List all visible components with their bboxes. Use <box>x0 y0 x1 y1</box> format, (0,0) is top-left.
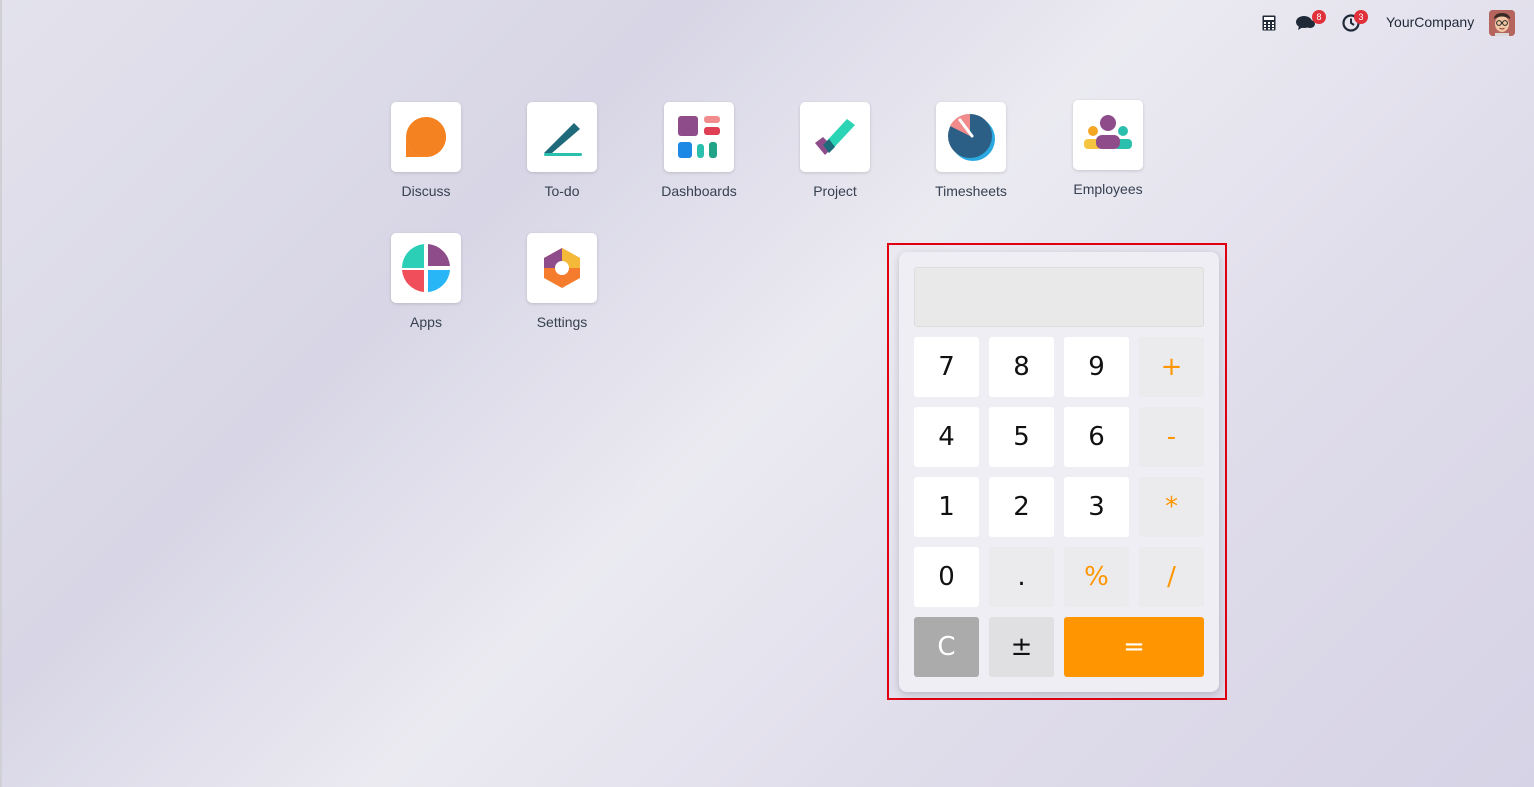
avatar-face-icon <box>1489 10 1515 36</box>
app-dashboards[interactable]: Dashboards <box>639 102 759 199</box>
key-4[interactable]: 4 <box>914 407 979 467</box>
app-tile <box>1073 100 1143 170</box>
app-timesheets[interactable]: Timesheets <box>911 102 1031 199</box>
key-5[interactable]: 5 <box>989 407 1054 467</box>
key-6[interactable]: 6 <box>1064 407 1129 467</box>
app-tile <box>664 102 734 172</box>
settings-icon <box>544 248 580 288</box>
app-tile <box>527 102 597 172</box>
dashboards-icon <box>678 116 720 158</box>
key-0[interactable]: 0 <box>914 547 979 607</box>
calculator-button[interactable] <box>1262 0 1276 46</box>
key-equals[interactable]: = <box>1064 617 1204 677</box>
messages-button[interactable]: 8 <box>1296 0 1326 46</box>
key-minus[interactable]: - <box>1139 407 1204 467</box>
app-todo[interactable]: To-do <box>502 102 622 199</box>
key-divide[interactable]: / <box>1139 547 1204 607</box>
project-icon <box>815 119 855 155</box>
key-plus-minus[interactable]: ± <box>989 617 1054 677</box>
key-multiply[interactable]: * <box>1139 477 1204 537</box>
todo-icon <box>544 123 582 156</box>
apps-icon <box>402 244 450 292</box>
window-edge <box>0 0 2 787</box>
key-plus[interactable]: + <box>1139 337 1204 397</box>
app-tile <box>800 102 870 172</box>
app-settings[interactable]: Settings <box>502 233 622 330</box>
app-label: Discuss <box>401 183 451 199</box>
calculator-widget: 7 8 9 + 4 5 6 - 1 2 3 * 0 . % / C ± = <box>899 252 1219 692</box>
app-label: Timesheets <box>935 183 1007 199</box>
app-tile <box>391 102 461 172</box>
key-decimal[interactable]: . <box>989 547 1054 607</box>
key-percent[interactable]: % <box>1064 547 1129 607</box>
employees-icon <box>1084 115 1132 149</box>
app-tile <box>527 233 597 303</box>
app-label: Apps <box>410 314 442 330</box>
app-apps[interactable]: Apps <box>366 233 486 330</box>
app-label: Project <box>813 183 857 199</box>
company-switcher[interactable]: YourCompany <box>1386 14 1474 30</box>
key-clear[interactable]: C <box>914 617 979 677</box>
app-tile <box>936 102 1006 172</box>
app-label: Employees <box>1073 181 1143 197</box>
activities-button[interactable]: 3 <box>1342 0 1368 46</box>
key-8[interactable]: 8 <box>989 337 1054 397</box>
discuss-icon <box>406 117 446 157</box>
key-3[interactable]: 3 <box>1064 477 1129 537</box>
key-9[interactable]: 9 <box>1064 337 1129 397</box>
app-discuss[interactable]: Discuss <box>366 102 486 199</box>
app-label: To-do <box>544 183 580 199</box>
calculator-icon <box>1262 15 1276 31</box>
timesheets-icon <box>948 113 995 161</box>
app-employees[interactable]: Employees <box>1048 100 1168 197</box>
app-tile <box>391 233 461 303</box>
key-2[interactable]: 2 <box>989 477 1054 537</box>
key-1[interactable]: 1 <box>914 477 979 537</box>
messages-count-badge: 8 <box>1312 10 1326 24</box>
app-label: Settings <box>536 314 588 330</box>
activities-count-badge: 3 <box>1354 10 1368 24</box>
app-label: Dashboards <box>661 183 737 199</box>
key-7[interactable]: 7 <box>914 337 979 397</box>
user-avatar[interactable] <box>1489 10 1515 36</box>
app-project[interactable]: Project <box>775 102 895 199</box>
calculator-display[interactable] <box>914 267 1204 327</box>
